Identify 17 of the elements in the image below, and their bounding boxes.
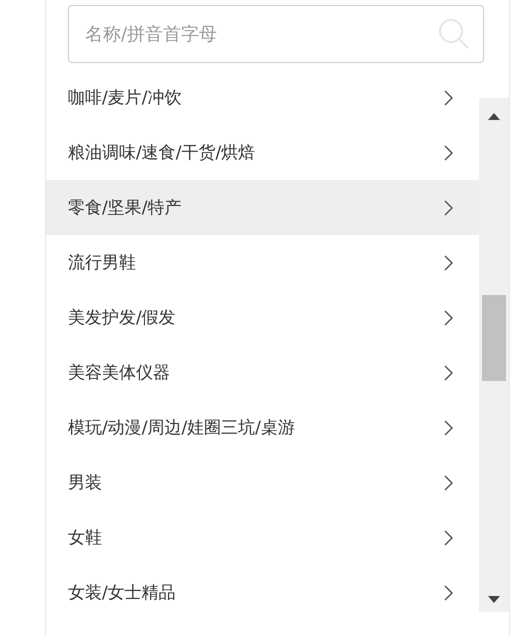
scroll-down-icon[interactable]: [488, 596, 500, 604]
chevron-right-icon: [444, 420, 453, 436]
chevron-right-icon: [444, 144, 453, 160]
chevron-right-icon: [444, 530, 453, 546]
scroll-up-icon[interactable]: [488, 112, 500, 120]
scrollbar-thumb[interactable]: [482, 295, 506, 381]
scrollbar[interactable]: [479, 98, 509, 612]
category-item[interactable]: 零食/坚果/特产: [46, 180, 479, 235]
chevron-right-icon: [444, 364, 453, 380]
search-icon: [438, 18, 470, 50]
chevron-right-icon: [444, 90, 453, 106]
chevron-right-icon: [444, 254, 453, 270]
search-field[interactable]: 名称/拼音首字母: [68, 5, 484, 63]
chevron-right-icon: [444, 310, 453, 326]
chevron-right-icon: [444, 584, 453, 600]
chevron-right-icon: [444, 474, 453, 490]
chevron-right-icon: [444, 200, 453, 216]
